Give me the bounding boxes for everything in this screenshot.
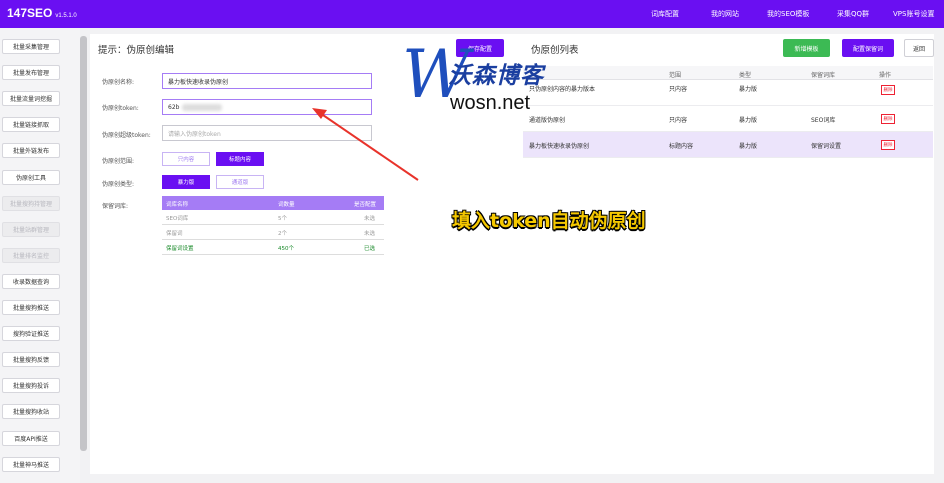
annotation-caption: 填入token自动伪原创 <box>452 210 646 232</box>
annotation-arrow-icon <box>312 108 419 181</box>
